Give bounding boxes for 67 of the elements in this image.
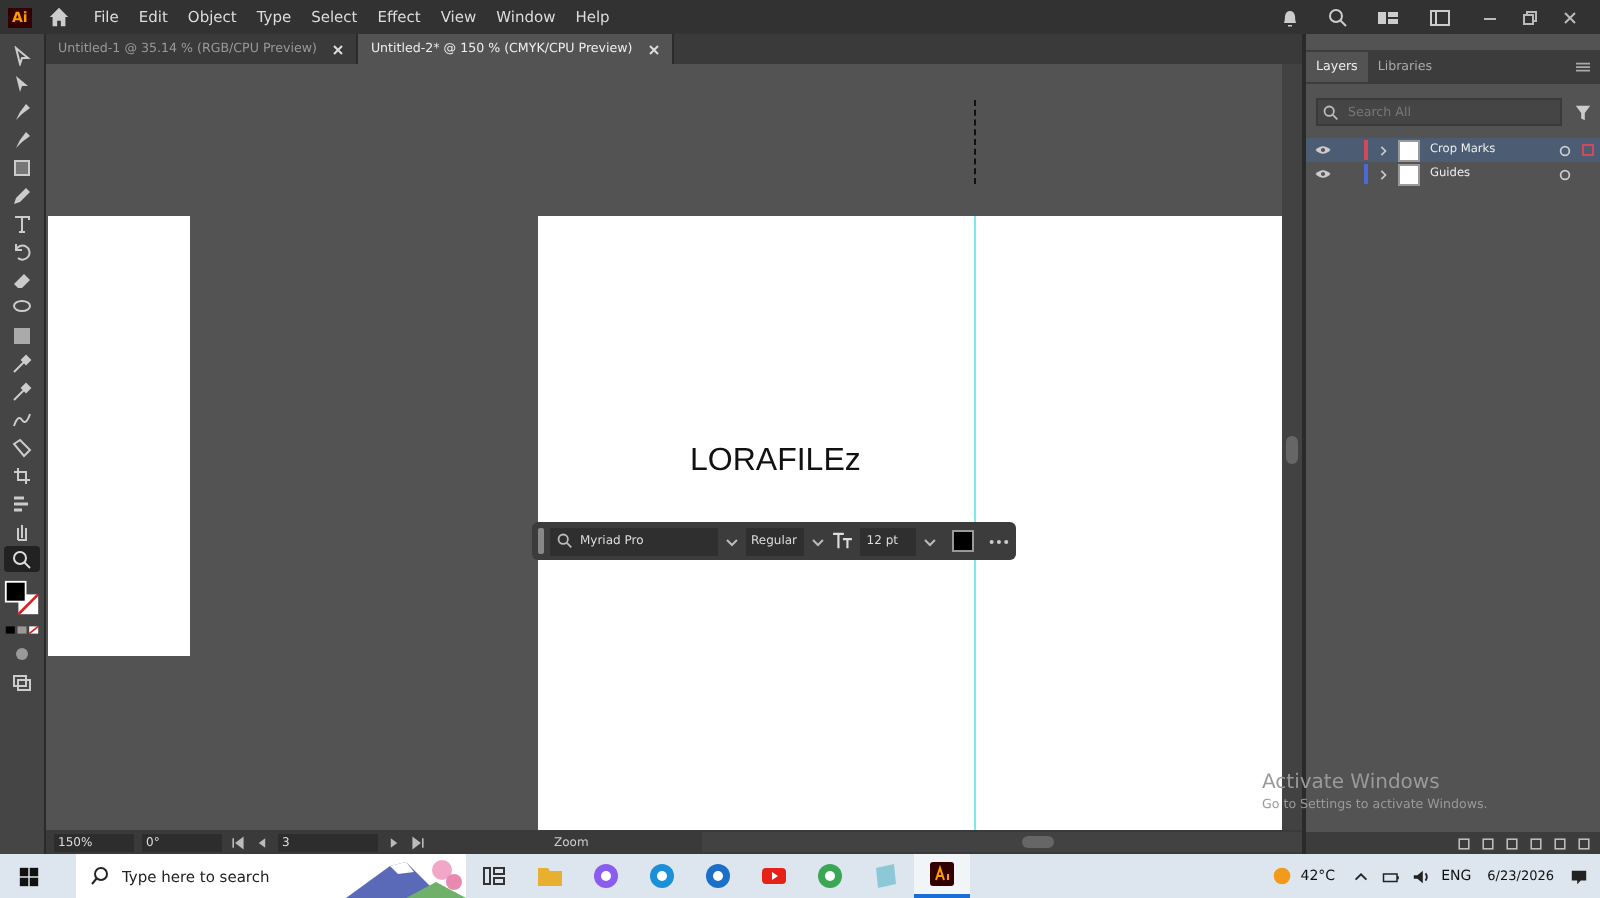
eye-icon[interactable]	[1314, 144, 1332, 156]
crop-icon	[12, 465, 32, 485]
caret-icon[interactable]	[723, 533, 740, 549]
pencil-icon	[12, 185, 32, 205]
draw-mode-icon[interactable]	[12, 644, 32, 664]
layout-icon[interactable]	[1376, 7, 1400, 27]
weather-icon	[1272, 866, 1293, 886]
text-object[interactable]: LORAFILEz	[690, 444, 861, 480]
scrollbar[interactable]	[702, 832, 1302, 852]
eyedropper-icon	[12, 353, 32, 373]
browser-icon	[816, 862, 844, 890]
search-icon	[12, 549, 32, 569]
close-icon[interactable]	[648, 43, 661, 55]
grip-handle[interactable]	[538, 528, 544, 554]
eyedropper-icon	[12, 381, 32, 401]
first-page-icon[interactable]	[230, 835, 246, 849]
layer-thumbnail	[1398, 163, 1420, 185]
curve-icon	[12, 409, 32, 429]
search-icon	[90, 866, 110, 886]
previous-icon[interactable]	[254, 835, 270, 849]
color-modes-icon[interactable]	[4, 624, 40, 636]
app-icon	[592, 862, 620, 890]
gradient-icon	[12, 325, 32, 345]
eraser-icon	[12, 269, 32, 289]
layer-thumbnail	[1398, 139, 1420, 161]
notification-icon[interactable]	[1570, 867, 1588, 885]
mail-icon	[704, 862, 732, 890]
caret-icon[interactable]	[810, 533, 827, 549]
search-icon	[555, 532, 574, 550]
bars-icon	[12, 493, 32, 513]
battery-icon[interactable]	[1381, 867, 1400, 885]
folder-icon	[536, 862, 564, 890]
more-icon[interactable]	[988, 537, 1010, 545]
color-swatch[interactable]	[952, 530, 975, 552]
hand-icon	[12, 521, 32, 541]
rectangle-icon	[12, 157, 32, 177]
fill-stroke-icon[interactable]	[4, 580, 40, 616]
app-icon	[928, 860, 956, 888]
windows-start-icon[interactable]	[18, 865, 40, 887]
type-icon	[12, 213, 32, 233]
next-icon[interactable]	[386, 835, 402, 849]
shape-icon	[12, 437, 32, 457]
speaker-icon[interactable]	[1411, 867, 1430, 885]
last-page-icon[interactable]	[410, 835, 426, 849]
restore-icon[interactable]	[1520, 7, 1540, 27]
screen-mode-icon[interactable]	[12, 672, 32, 692]
lasso-icon	[12, 297, 32, 317]
rotate-icon	[12, 241, 32, 261]
crop-mark	[974, 100, 976, 184]
browser-icon	[648, 862, 676, 890]
bell-icon[interactable]	[1280, 7, 1300, 27]
filter-icon[interactable]	[1574, 103, 1592, 121]
tool-button[interactable]	[4, 546, 40, 572]
notes-icon	[872, 862, 900, 890]
font-size-icon	[832, 532, 855, 550]
caret-icon[interactable]	[922, 533, 939, 549]
selection-indicator	[1582, 144, 1594, 156]
panel-icon[interactable]	[1428, 7, 1452, 27]
menu-icon[interactable]	[1574, 60, 1592, 74]
close-icon[interactable]	[1560, 7, 1580, 27]
task-view-icon	[480, 862, 508, 890]
close-icon[interactable]	[332, 43, 345, 55]
home-icon[interactable]	[47, 6, 70, 28]
search-icon[interactable]	[1328, 7, 1348, 27]
taskbar-app-button[interactable]	[914, 854, 970, 898]
eye-icon[interactable]	[1314, 168, 1332, 180]
video-icon	[760, 862, 788, 890]
